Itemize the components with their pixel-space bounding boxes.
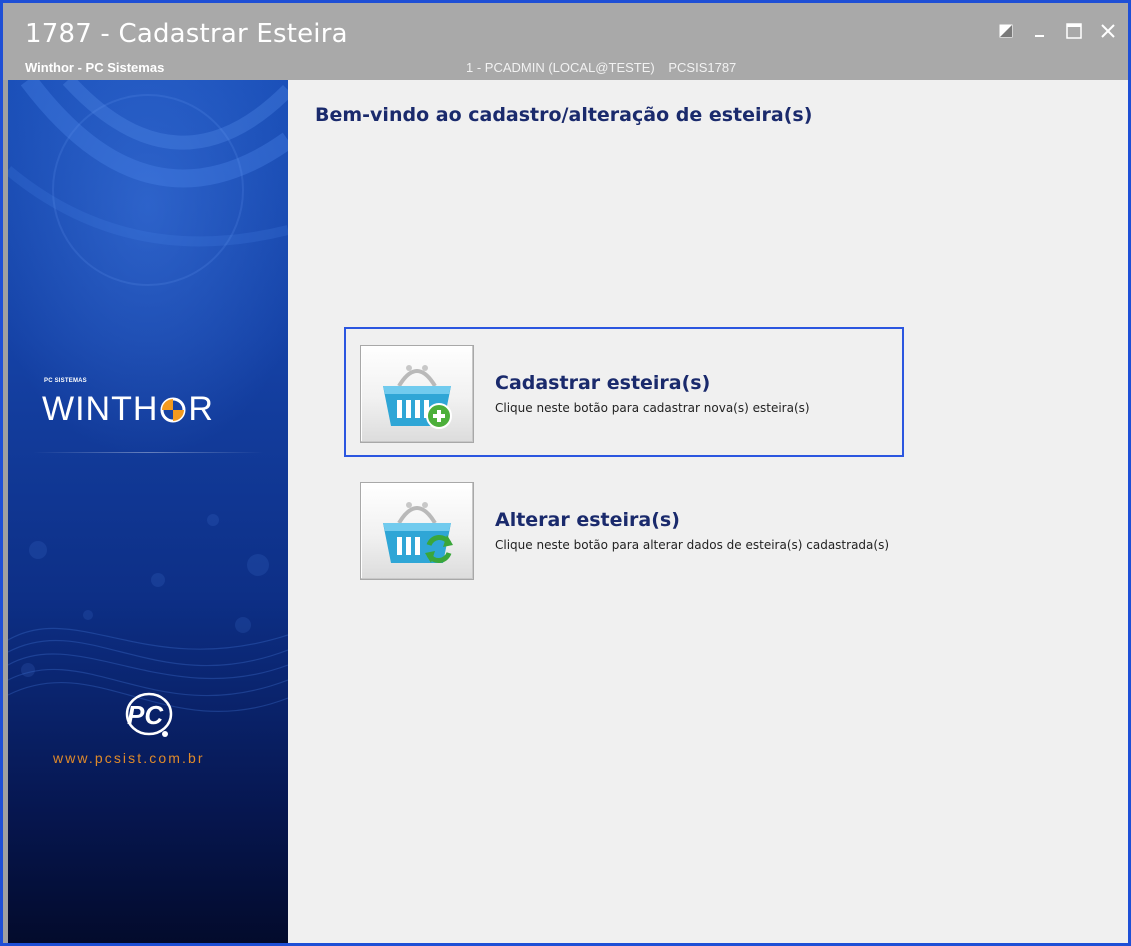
basket-refresh-icon [383, 502, 453, 563]
window-content: PC SISTEMAS WINTH R PC www.pcsist.com.br… [8, 80, 1128, 943]
register-belt-option[interactable]: Cadastrar esteira(s) Clique neste botão … [344, 327, 904, 457]
register-belt-description: Clique neste botão para cadastrar nova(s… [495, 401, 810, 415]
winthor-o-icon [160, 397, 186, 422]
basket-add-icon [383, 365, 452, 429]
website-link: www.pcsist.com.br [53, 750, 205, 766]
session-user: 1 - PCADMIN (LOCAL@TESTE) [466, 60, 655, 75]
maximize-icon[interactable] [1064, 21, 1084, 41]
app-window: 1787 - Cadastrar Esteira Winthor - PC Si… [3, 3, 1128, 943]
winthor-logo: WINTH R [42, 390, 214, 429]
edit-belt-button[interactable] [360, 482, 474, 580]
session-routine: PCSIS1787 [668, 60, 737, 75]
welcome-heading: Bem-vindo ao cadastro/alteração de estei… [315, 104, 813, 126]
restore-icon[interactable] [996, 21, 1016, 41]
register-belt-title: Cadastrar esteira(s) [495, 372, 711, 394]
window-title: 1787 - Cadastrar Esteira [25, 19, 348, 49]
window-controls [996, 21, 1118, 41]
window-subtitle: Winthor - PC Sistemas [25, 60, 165, 75]
brand-caption: PC SISTEMAS [44, 378, 87, 384]
edit-belt-description: Clique neste botão para alterar dados de… [495, 538, 890, 552]
pc-sistemas-logo: PC [125, 692, 173, 737]
winthor-logo-text-right: R [188, 390, 214, 428]
close-icon[interactable] [1098, 21, 1118, 41]
winthor-logo-text-left: WINTH [42, 390, 159, 428]
edit-belt-title: Alterar esteira(s) [495, 509, 680, 531]
edit-belt-option[interactable]: Alterar esteira(s) Clique neste botão pa… [344, 464, 904, 594]
pc-logo-text: PC [127, 700, 164, 730]
brand-sidebar: PC SISTEMAS WINTH R PC www.pcsist.com.br [8, 80, 288, 943]
title-bar[interactable]: 1787 - Cadastrar Esteira Winthor - PC Si… [3, 3, 1128, 80]
register-belt-button[interactable] [360, 345, 474, 443]
sidebar-background-art [8, 80, 288, 713]
main-panel: Bem-vindo ao cadastro/alteração de estei… [288, 80, 1128, 943]
minimize-icon[interactable] [1030, 21, 1050, 41]
brand-divider [32, 452, 264, 453]
session-info: 1 - PCADMIN (LOCAL@TESTE) PCSIS1787 [466, 60, 746, 75]
